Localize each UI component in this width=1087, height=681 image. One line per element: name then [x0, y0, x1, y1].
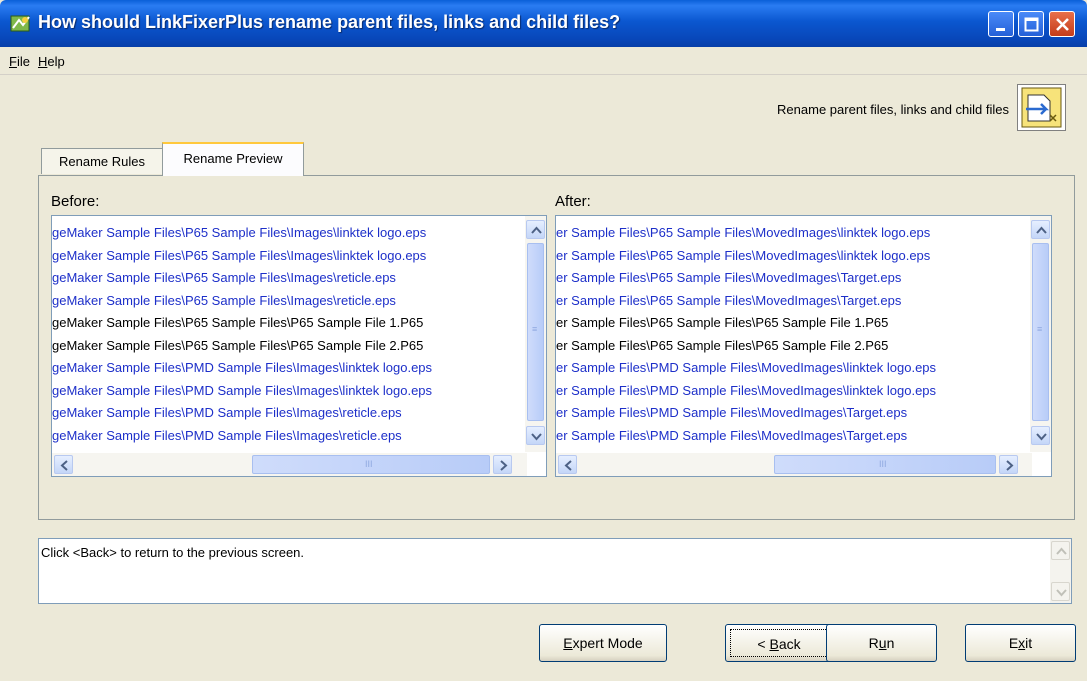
app-icon [10, 15, 30, 32]
grip-icon: ≡ [1037, 324, 1043, 334]
chevron-up-icon [1036, 226, 1047, 234]
list-item[interactable]: geMaker Sample Files\P65 Sample Files\Im… [52, 267, 512, 290]
list-item[interactable]: er Sample Files\P65 Sample Files\MovedIm… [556, 222, 1016, 245]
exit-label: it [1025, 635, 1033, 651]
after-list[interactable]: er Sample Files\P65 Sample Files\MovedIm… [555, 215, 1052, 477]
chevron-down-icon [1056, 589, 1067, 597]
list-item[interactable]: er Sample Files\P65 Sample Files\MovedIm… [556, 245, 1016, 268]
scroll-up-button[interactable] [526, 220, 545, 239]
chevron-left-icon [564, 460, 572, 471]
list-item[interactable]: geMaker Sample Files\P65 Sample Files\P6… [52, 335, 512, 358]
list-item[interactable]: geMaker Sample Files\PMD Sample Files\Im… [52, 380, 512, 403]
list-item[interactable]: geMaker Sample Files\P65 Sample Files\P6… [52, 312, 512, 335]
grip-icon: III [365, 459, 373, 469]
after-hscroll[interactable]: III [556, 453, 1032, 476]
scroll-down-button[interactable] [1031, 426, 1050, 445]
before-hscroll[interactable]: III [52, 453, 527, 476]
scroll-left-button[interactable] [558, 455, 577, 474]
expert-accel: E [563, 635, 573, 651]
list-item[interactable]: er Sample Files\P65 Sample Files\MovedIm… [556, 290, 1016, 313]
vscroll-thumb[interactable]: ≡ [527, 243, 544, 421]
grip-icon: ≡ [532, 324, 538, 334]
expert-label: xpert Mode [572, 635, 643, 651]
expert-mode-button[interactable]: Expert Mode [539, 624, 667, 662]
back-button[interactable]: < Back [725, 624, 833, 662]
scroll-right-button[interactable] [493, 455, 512, 474]
rename-files-icon [1017, 84, 1066, 131]
minimize-button[interactable] [988, 11, 1014, 37]
run-accel: u [878, 635, 887, 651]
chevron-left-icon [60, 460, 68, 471]
list-item[interactable]: er Sample Files\P65 Sample Files\MovedIm… [556, 267, 1016, 290]
list-item[interactable]: er Sample Files\PMD Sample Files\MovedIm… [556, 402, 1016, 425]
exit-prefix: E [1008, 635, 1019, 651]
scroll-left-button[interactable] [54, 455, 73, 474]
scroll-up-button[interactable] [1031, 220, 1050, 239]
window-title: How should LinkFixerPlus rename parent f… [38, 12, 621, 32]
before-rows: geMaker Sample Files\P65 Sample Files\Im… [52, 222, 512, 447]
minimize-icon [996, 28, 1005, 31]
list-item[interactable]: geMaker Sample Files\P65 Sample Files\Im… [52, 290, 512, 313]
list-item[interactable]: geMaker Sample Files\P65 Sample Files\Im… [52, 222, 512, 245]
scroll-right-button[interactable] [999, 455, 1018, 474]
list-item[interactable]: er Sample Files\PMD Sample Files\MovedIm… [556, 357, 1016, 380]
back-focus-ring: < Back [730, 629, 828, 657]
list-item[interactable]: er Sample Files\PMD Sample Files\MovedIm… [556, 380, 1016, 403]
maximize-icon [1024, 17, 1039, 32]
scroll-up-button[interactable] [1051, 541, 1070, 560]
menu-help-accel: H [38, 54, 48, 69]
title-bar[interactable]: How should LinkFixerPlus rename parent f… [0, 0, 1087, 47]
close-button[interactable] [1049, 11, 1075, 37]
vscroll-thumb[interactable]: ≡ [1032, 243, 1049, 421]
menu-help-label: elp [47, 54, 65, 69]
after-vscroll[interactable]: ≡ [1030, 216, 1051, 452]
list-item[interactable]: geMaker Sample Files\PMD Sample Files\Im… [52, 425, 512, 448]
chevron-down-icon [1036, 433, 1047, 441]
hscroll-thumb[interactable]: III [252, 455, 490, 474]
tab-rename-rules[interactable]: Rename Rules [41, 148, 163, 174]
chevron-down-icon [531, 433, 542, 441]
status-vscroll[interactable] [1050, 539, 1071, 603]
scroll-down-button[interactable] [1051, 582, 1070, 601]
grip-icon: III [879, 459, 887, 469]
list-item[interactable]: er Sample Files\P65 Sample Files\P65 Sam… [556, 335, 1016, 358]
close-icon [1056, 18, 1069, 31]
menu-bar: File Help [0, 47, 1087, 75]
chevron-right-icon [1006, 460, 1014, 471]
run-prefix: R [868, 635, 879, 651]
list-item[interactable]: geMaker Sample Files\PMD Sample Files\Im… [52, 402, 512, 425]
status-message: Click <Back> to return to the previous s… [41, 545, 305, 560]
scroll-down-button[interactable] [526, 426, 545, 445]
before-vscroll[interactable]: ≡ [525, 216, 546, 452]
run-button[interactable]: Run [826, 624, 937, 662]
exit-button[interactable]: Exit [965, 624, 1076, 662]
chevron-up-icon [531, 226, 542, 234]
after-rows: er Sample Files\P65 Sample Files\MovedIm… [556, 222, 1016, 447]
chevron-right-icon [500, 460, 508, 471]
menu-file[interactable]: File [9, 54, 30, 69]
run-label: n [886, 635, 895, 651]
before-label: Before: [51, 193, 100, 210]
menu-file-label: ile [16, 54, 30, 69]
tab-rename-preview[interactable]: Rename Preview [162, 142, 304, 176]
before-list[interactable]: geMaker Sample Files\P65 Sample Files\Im… [51, 215, 547, 477]
menu-file-accel: F [9, 54, 17, 69]
back-accel: B [769, 636, 779, 652]
list-item[interactable]: geMaker Sample Files\P65 Sample Files\Im… [52, 245, 512, 268]
header-caption: Rename parent files, links and child fil… [777, 102, 1009, 117]
list-item[interactable]: geMaker Sample Files\PMD Sample Files\Im… [52, 357, 512, 380]
status-message-box[interactable]: Click <Back> to return to the previous s… [38, 538, 1072, 604]
menu-help[interactable]: Help [38, 54, 65, 69]
list-item[interactable]: er Sample Files\PMD Sample Files\MovedIm… [556, 425, 1016, 448]
back-label: ack [778, 636, 801, 652]
chevron-up-icon [1056, 547, 1067, 555]
list-item[interactable]: er Sample Files\P65 Sample Files\P65 Sam… [556, 312, 1016, 335]
maximize-button[interactable] [1018, 11, 1044, 37]
hscroll-thumb[interactable]: III [774, 455, 996, 474]
after-label: After: [555, 193, 591, 210]
back-prefix: < [757, 636, 770, 652]
